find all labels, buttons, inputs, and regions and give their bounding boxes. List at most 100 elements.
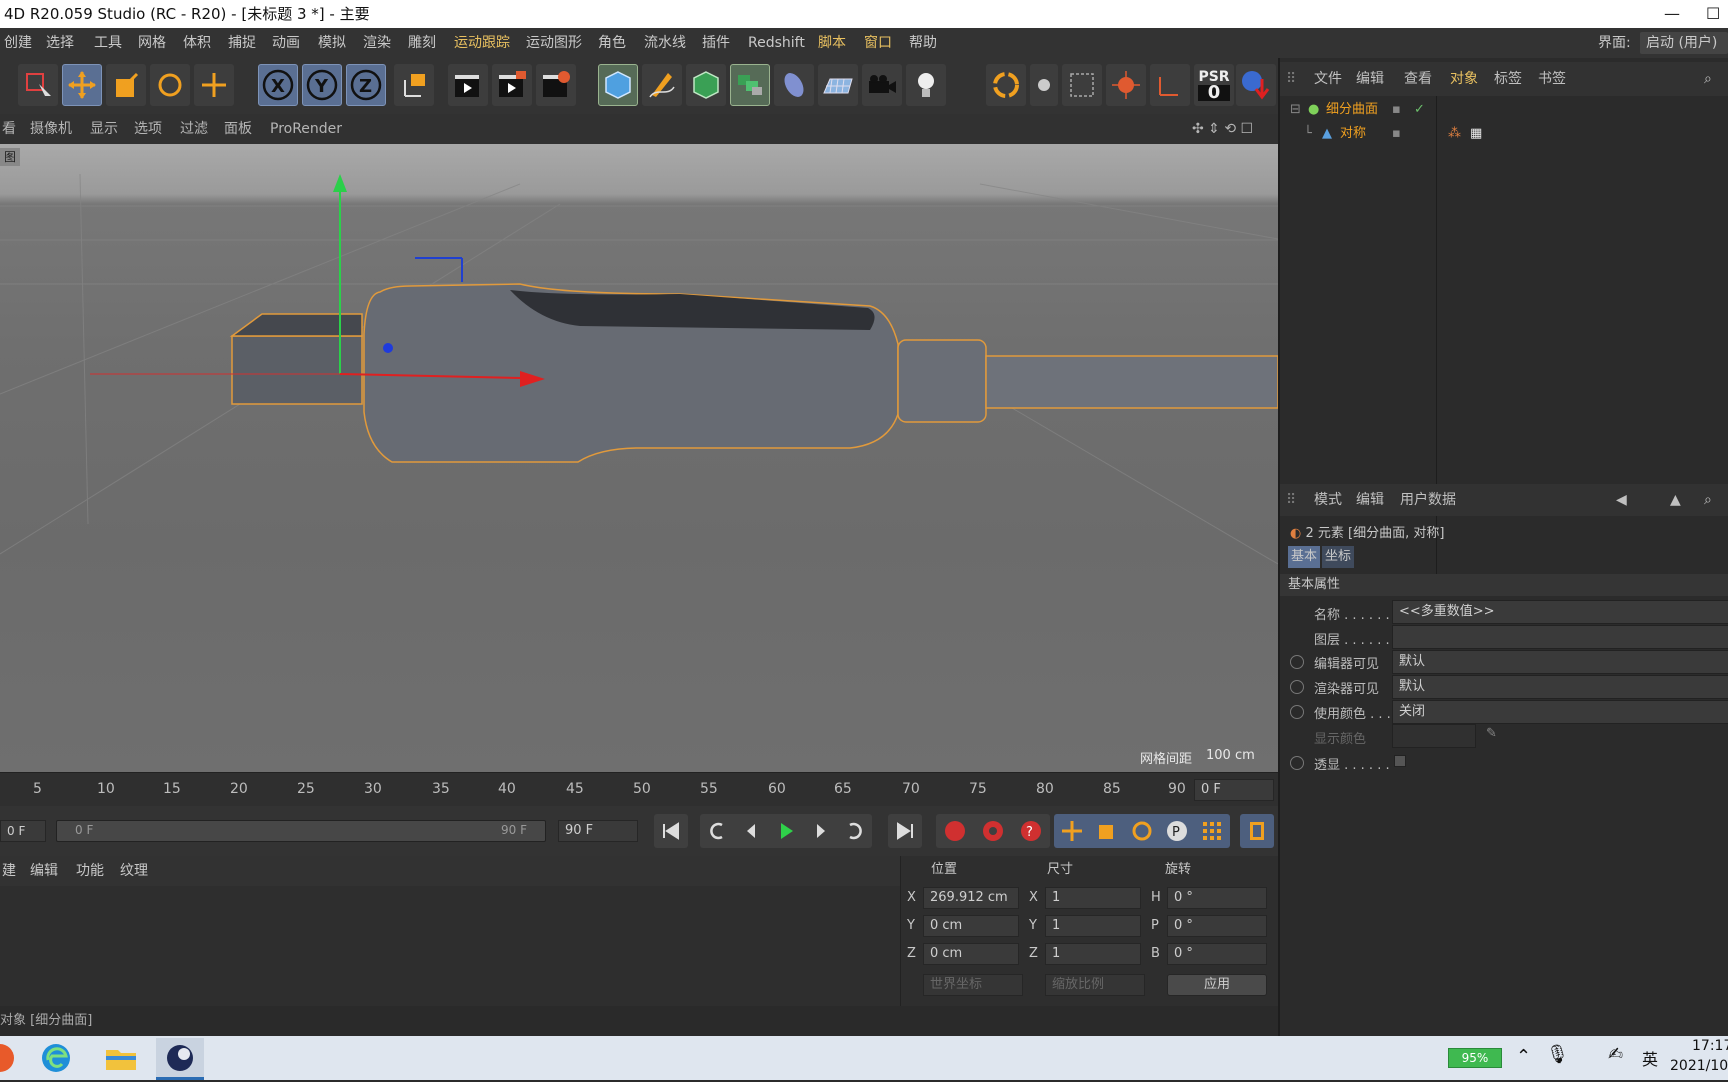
axis-icon[interactable] — [1150, 64, 1190, 106]
menu-mesh[interactable]: 网格 — [138, 28, 166, 58]
position-x-field[interactable]: 269.912 cm — [923, 887, 1019, 909]
edge-icon[interactable] — [40, 1042, 72, 1074]
pen-icon[interactable] — [642, 64, 682, 106]
search-icon[interactable]: ⌕ — [1704, 484, 1712, 516]
live-selection-icon[interactable] — [18, 64, 58, 106]
rotation-h-field[interactable]: 0 ° — [1167, 887, 1267, 909]
recycle-icon[interactable] — [986, 64, 1026, 106]
scale-mode-dropdown[interactable]: 缩放比例 — [1045, 974, 1145, 996]
menu-mograph[interactable]: 运动图形 — [526, 28, 582, 58]
viewport-menu-view[interactable]: 看 — [2, 114, 16, 144]
menu-character[interactable]: 角色 — [598, 28, 626, 58]
cinema4d-taskbar-icon[interactable] — [156, 1038, 204, 1080]
am-menu-user-data[interactable]: 用户数据 — [1400, 484, 1456, 516]
pen-input-icon[interactable]: ✍ — [1608, 1044, 1623, 1065]
chevron-up-icon[interactable]: ⌃ — [1516, 1046, 1531, 1067]
layout-dropdown[interactable]: 启动 (用户) — [1640, 32, 1728, 54]
light-icon[interactable] — [906, 64, 946, 106]
am-menu-edit[interactable]: 编辑 — [1356, 484, 1384, 516]
deformer-icon[interactable] — [774, 64, 814, 106]
keyframe-selection-icon[interactable]: ? — [1019, 819, 1043, 843]
viewport-menu-panel[interactable]: 面板 — [224, 114, 252, 144]
render-view-icon[interactable] — [448, 64, 488, 106]
menu-redshift[interactable]: Redshift — [748, 28, 805, 58]
xray-checkbox[interactable] — [1394, 755, 1406, 767]
subdivision-icon[interactable] — [686, 64, 726, 106]
menu-help[interactable]: 帮助 — [909, 28, 937, 58]
material-menu-texture[interactable]: 纹理 — [120, 856, 148, 886]
om-menu-edit[interactable]: 编辑 — [1356, 62, 1384, 96]
snap-icon[interactable] — [1062, 64, 1102, 106]
render-visible-dropdown[interactable]: 默认 — [1392, 675, 1728, 699]
go-to-end-icon[interactable] — [888, 814, 922, 848]
keyframe-radio[interactable] — [1290, 680, 1304, 694]
tab-basic[interactable]: 基本 — [1288, 546, 1320, 568]
viewport-menu-filter[interactable]: 过滤 — [180, 114, 208, 144]
go-to-start-icon[interactable] — [654, 814, 688, 848]
object-row[interactable]: ⊟ ● 细分曲面 ▪ ✓ — [1280, 98, 1728, 122]
current-frame-field[interactable]: 0 F — [1194, 779, 1274, 801]
play-icon[interactable] — [775, 820, 797, 842]
menu-script[interactable]: 脚本 — [818, 28, 846, 58]
material-menu-create[interactable]: 建 — [2, 856, 16, 886]
rotate-icon[interactable] — [150, 64, 190, 106]
menu-plugins[interactable]: 插件 — [702, 28, 730, 58]
om-menu-bookmarks[interactable]: 书签 — [1538, 62, 1566, 96]
enabled-check-icon[interactable]: ✓ — [1414, 98, 1425, 122]
rotation-p-field[interactable]: 0 ° — [1167, 915, 1267, 937]
size-y-field[interactable]: 1 — [1045, 915, 1141, 937]
object-row[interactable]: └ ▲ 对称 ▪ ⁂ ▦ — [1280, 122, 1728, 146]
menu-render[interactable]: 渲染 — [363, 28, 391, 58]
menu-sculpt[interactable]: 雕刻 — [408, 28, 436, 58]
drag-handle-icon[interactable]: ⠿ — [1286, 62, 1296, 96]
viewport-menu-options[interactable]: 选项 — [134, 114, 162, 144]
menu-volume[interactable]: 体积 — [183, 28, 211, 58]
keyframe-radio[interactable] — [1290, 756, 1304, 770]
position-z-field[interactable]: 0 cm — [923, 943, 1019, 965]
keyframe-radio[interactable] — [1290, 705, 1304, 719]
file-explorer-icon[interactable] — [104, 1042, 138, 1074]
frame-range-slider[interactable]: 0 F 90 F — [56, 820, 546, 842]
scale-icon[interactable] — [106, 64, 146, 106]
y-axis-icon[interactable]: Y — [302, 64, 342, 106]
om-menu-file[interactable]: 文件 — [1314, 62, 1342, 96]
visibility-icon[interactable]: ▪ — [1392, 122, 1401, 146]
record-key-icon[interactable] — [943, 819, 967, 843]
menu-tools[interactable]: 工具 — [94, 28, 122, 58]
clock-date[interactable]: 2021/10 — [1670, 1058, 1728, 1074]
next-key-icon[interactable] — [844, 820, 866, 842]
om-menu-objects[interactable]: 对象 — [1450, 62, 1478, 96]
menu-create[interactable]: 创建 — [4, 28, 32, 58]
minimize-button[interactable]: — — [1664, 0, 1680, 28]
lock-icon[interactable]: ▲ — [1670, 484, 1681, 516]
drag-handle-icon[interactable]: ⠿ — [1286, 484, 1296, 516]
material-menu-edit[interactable]: 编辑 — [30, 856, 58, 886]
name-field[interactable]: <<多重数值>> — [1392, 600, 1728, 624]
size-x-field[interactable]: 1 — [1045, 887, 1141, 909]
ime-indicator[interactable]: 英 — [1642, 1046, 1658, 1070]
use-color-dropdown[interactable]: 关闭 — [1392, 700, 1728, 724]
scale-key-icon[interactable] — [1095, 819, 1119, 843]
timeline-window-icon[interactable] — [1240, 814, 1274, 848]
workplane-icon[interactable] — [1106, 64, 1146, 106]
size-z-field[interactable]: 1 — [1045, 943, 1141, 965]
auto-key-icon[interactable] — [981, 819, 1005, 843]
menu-snap[interactable]: 捕捉 — [228, 28, 256, 58]
position-y-field[interactable]: 0 cm — [923, 915, 1019, 937]
render-picture-viewer-icon[interactable] — [492, 64, 532, 106]
rotation-key-icon[interactable] — [1130, 819, 1154, 843]
material-tag-icon[interactable]: ▦ — [1470, 122, 1482, 146]
viewport-menu-prorender[interactable]: ProRender — [270, 114, 342, 144]
next-frame-icon[interactable] — [809, 820, 831, 842]
start-frame-field[interactable]: 0 F — [0, 820, 46, 842]
om-menu-tags[interactable]: 标签 — [1494, 62, 1522, 96]
parameter-key-icon[interactable]: P — [1165, 819, 1189, 843]
rotation-b-field[interactable]: 0 ° — [1167, 943, 1267, 965]
tab-coordinates[interactable]: 坐标 — [1322, 546, 1354, 568]
menu-motion-tracking[interactable]: 运动跟踪 — [454, 28, 510, 58]
camera-icon[interactable] — [862, 64, 902, 106]
z-axis-icon[interactable]: Z — [346, 64, 386, 106]
menu-simulate[interactable]: 模拟 — [318, 28, 346, 58]
apply-button[interactable]: 应用 — [1167, 974, 1267, 996]
floor-icon[interactable] — [818, 64, 858, 106]
